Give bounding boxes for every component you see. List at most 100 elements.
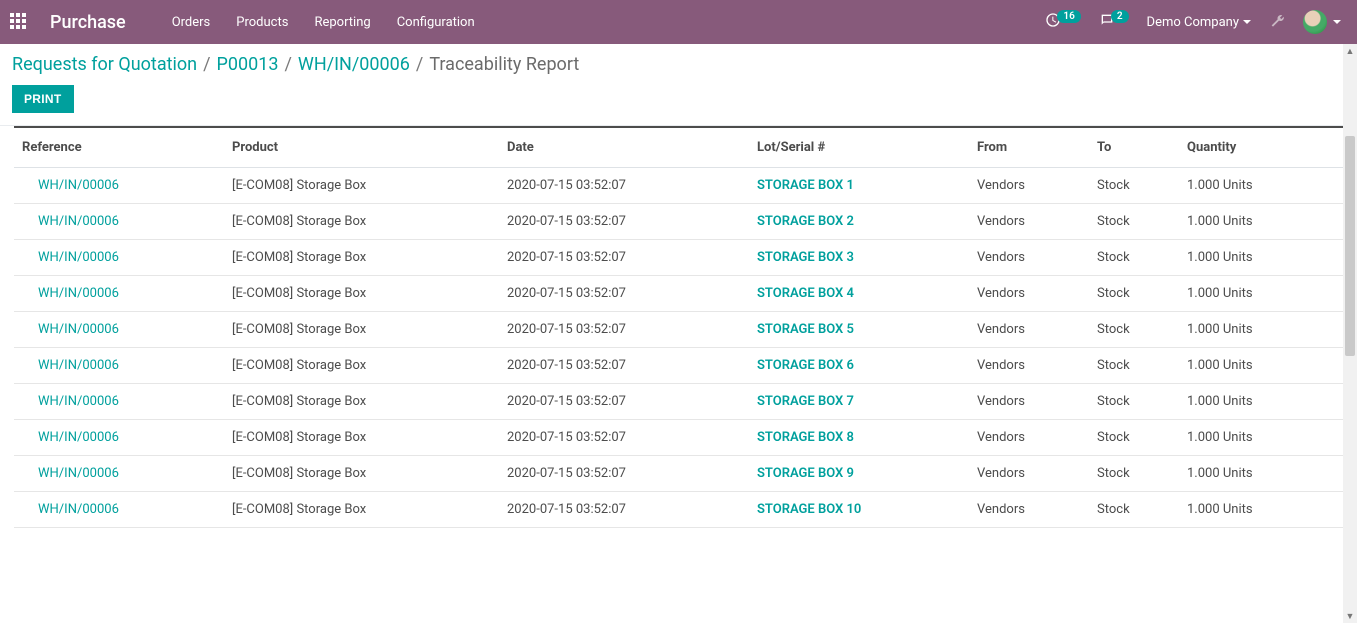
lot-link[interactable]: STORAGE BOX 7 — [757, 394, 854, 409]
breadcrumb-receipt[interactable]: WH/IN/00006 — [298, 54, 410, 75]
date-cell: 2020-07-15 03:52:07 — [499, 312, 749, 348]
breadcrumb-po[interactable]: P00013 — [217, 54, 279, 75]
date-cell: 2020-07-15 03:52:07 — [499, 240, 749, 276]
col-date[interactable]: Date — [499, 127, 749, 168]
reference-link[interactable]: WH/IN/00006 — [38, 214, 119, 229]
lot-link[interactable]: STORAGE BOX 9 — [757, 466, 854, 481]
date-cell: 2020-07-15 03:52:07 — [499, 384, 749, 420]
caret-down-icon — [1333, 20, 1341, 24]
nav-reporting[interactable]: Reporting — [314, 15, 370, 30]
product-cell: [E-COM08] Storage Box — [224, 240, 499, 276]
date-cell: 2020-07-15 03:52:07 — [499, 204, 749, 240]
quantity-cell: 1.000 Units — [1179, 492, 1343, 528]
scrollbar[interactable]: ▲ ▼ — [1343, 44, 1357, 623]
nav-configuration[interactable]: Configuration — [397, 15, 475, 30]
col-from[interactable]: From — [969, 127, 1089, 168]
to-cell: Stock — [1089, 204, 1179, 240]
col-to[interactable]: To — [1089, 127, 1179, 168]
table-row: WH/IN/00006[E-COM08] Storage Box2020-07-… — [14, 276, 1343, 312]
apps-icon[interactable] — [10, 13, 28, 31]
lot-link[interactable]: STORAGE BOX 4 — [757, 286, 854, 301]
to-cell: Stock — [1089, 276, 1179, 312]
lot-link[interactable]: STORAGE BOX 3 — [757, 250, 854, 265]
col-quantity[interactable]: Quantity — [1179, 127, 1343, 168]
activity-button[interactable]: 16 — [1045, 12, 1080, 32]
from-cell: Vendors — [969, 456, 1089, 492]
lot-link[interactable]: STORAGE BOX 1 — [757, 178, 854, 193]
reference-link[interactable]: WH/IN/00006 — [38, 430, 119, 445]
from-cell: Vendors — [969, 384, 1089, 420]
col-reference[interactable]: Reference — [14, 127, 224, 168]
reference-link[interactable]: WH/IN/00006 — [38, 394, 119, 409]
scroll-thumb[interactable] — [1345, 136, 1355, 356]
reference-link[interactable]: WH/IN/00006 — [38, 250, 119, 265]
reference-link[interactable]: WH/IN/00006 — [38, 322, 119, 337]
main-navbar: Purchase Orders Products Reporting Confi… — [0, 0, 1357, 44]
to-cell: Stock — [1089, 456, 1179, 492]
quantity-cell: 1.000 Units — [1179, 204, 1343, 240]
reference-link[interactable]: WH/IN/00006 — [38, 286, 119, 301]
avatar — [1303, 10, 1327, 34]
nav-menu: Orders Products Reporting Configuration — [172, 15, 475, 30]
traceability-table: Reference Product Date Lot/Serial # From… — [14, 126, 1343, 528]
quantity-cell: 1.000 Units — [1179, 240, 1343, 276]
quantity-cell: 1.000 Units — [1179, 168, 1343, 204]
table-row: WH/IN/00006[E-COM08] Storage Box2020-07-… — [14, 168, 1343, 204]
from-cell: Vendors — [969, 204, 1089, 240]
product-cell: [E-COM08] Storage Box — [224, 276, 499, 312]
col-product[interactable]: Product — [224, 127, 499, 168]
messages-button[interactable]: 2 — [1099, 12, 1129, 32]
col-lot[interactable]: Lot/Serial # — [749, 127, 969, 168]
from-cell: Vendors — [969, 312, 1089, 348]
reference-link[interactable]: WH/IN/00006 — [38, 178, 119, 193]
breadcrumb-current: Traceability Report — [429, 54, 579, 75]
breadcrumb: Requests for Quotation / P00013 / WH/IN/… — [12, 54, 1341, 75]
nav-products[interactable]: Products — [236, 15, 288, 30]
to-cell: Stock — [1089, 240, 1179, 276]
table-row: WH/IN/00006[E-COM08] Storage Box2020-07-… — [14, 420, 1343, 456]
print-button[interactable]: PRINT — [12, 85, 74, 113]
table-row: WH/IN/00006 [E-COM08] Storage Box2020-07-… — [14, 240, 1343, 276]
reference-link[interactable]: WH/IN/00006 — [38, 502, 119, 517]
company-selector[interactable]: Demo Company — [1147, 15, 1251, 30]
scroll-down-icon[interactable]: ▼ — [1343, 609, 1357, 623]
lot-link[interactable]: STORAGE BOX 2 — [757, 214, 854, 229]
lot-link[interactable]: STORAGE BOX 5 — [757, 322, 854, 337]
activity-count-badge: 16 — [1057, 10, 1080, 23]
product-cell: [E-COM08] Storage Box — [224, 204, 499, 240]
breadcrumb-rfq[interactable]: Requests for Quotation — [12, 54, 197, 75]
user-menu[interactable] — [1303, 10, 1341, 34]
date-cell: 2020-07-15 03:52:07 — [499, 168, 749, 204]
lot-link[interactable]: STORAGE BOX 8 — [757, 430, 854, 445]
lot-link[interactable]: STORAGE BOX 10 — [757, 502, 861, 517]
nav-right: 16 2 Demo Company — [1045, 10, 1341, 34]
table-row: WH/IN/00006[E-COM08] Storage Box2020-07-… — [14, 312, 1343, 348]
reference-link[interactable]: WH/IN/00006 — [38, 358, 119, 373]
table-row: WH/IN/00006[E-COM08] Storage Box2020-07-… — [14, 492, 1343, 528]
wrench-icon — [1269, 17, 1285, 32]
breadcrumb-separator: / — [203, 54, 210, 75]
from-cell: Vendors — [969, 276, 1089, 312]
product-cell: [E-COM08] Storage Box — [224, 492, 499, 528]
from-cell: Vendors — [969, 420, 1089, 456]
to-cell: Stock — [1089, 348, 1179, 384]
quantity-cell: 1.000 Units — [1179, 276, 1343, 312]
table-header-row: Reference Product Date Lot/Serial # From… — [14, 127, 1343, 168]
to-cell: Stock — [1089, 420, 1179, 456]
product-cell: [E-COM08] Storage Box — [224, 456, 499, 492]
to-cell: Stock — [1089, 384, 1179, 420]
table-wrap: Reference Product Date Lot/Serial # From… — [0, 126, 1357, 623]
app-title[interactable]: Purchase — [50, 12, 126, 33]
to-cell: Stock — [1089, 312, 1179, 348]
table-row: WH/IN/00006[E-COM08] Storage Box2020-07-… — [14, 384, 1343, 420]
lot-link[interactable]: STORAGE BOX 6 — [757, 358, 854, 373]
breadcrumb-separator: / — [416, 54, 423, 75]
from-cell: Vendors — [969, 492, 1089, 528]
scroll-up-icon[interactable]: ▲ — [1343, 44, 1357, 58]
product-cell: [E-COM08] Storage Box — [224, 348, 499, 384]
nav-orders[interactable]: Orders — [172, 15, 211, 30]
debug-button[interactable] — [1269, 12, 1285, 32]
company-name: Demo Company — [1147, 15, 1239, 30]
reference-link[interactable]: WH/IN/00006 — [38, 466, 119, 481]
message-count-badge: 2 — [1111, 10, 1129, 23]
